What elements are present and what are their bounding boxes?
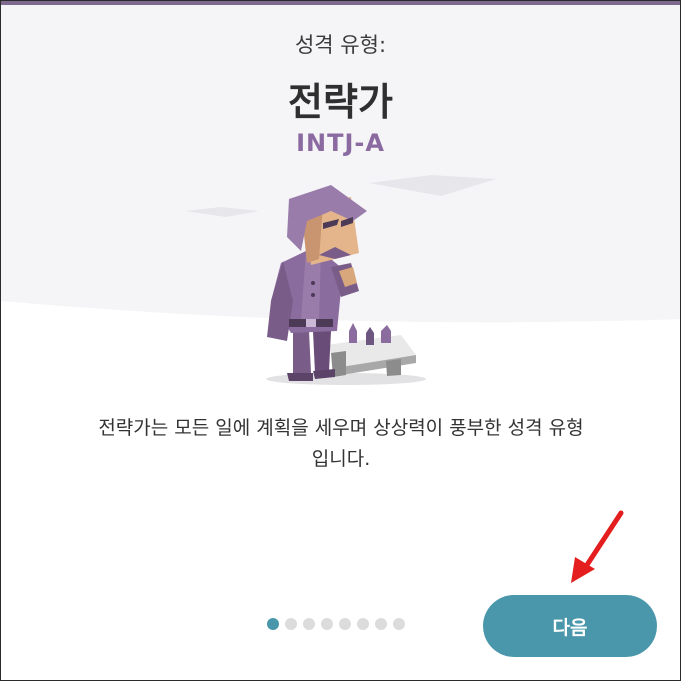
type-description: 전략가는 모든 일에 계획을 세우며 상상력이 풍부한 성격 유형입니다. bbox=[98, 417, 584, 470]
pagination-dots bbox=[267, 618, 405, 632]
strategist-illustration bbox=[185, 175, 496, 385]
pagination-dot[interactable] bbox=[375, 618, 387, 630]
pagination-dot[interactable] bbox=[393, 618, 405, 630]
personality-result-card: 성격 유형: 전략가 INTJ-A 전략가는 모든 일에 계획을 세우며 상상력… bbox=[0, 0, 681, 681]
pagination-dot[interactable] bbox=[321, 618, 333, 630]
next-button[interactable]: 다음 bbox=[483, 595, 657, 657]
pagination-dot[interactable] bbox=[303, 618, 315, 630]
pagination-dot[interactable] bbox=[357, 618, 369, 630]
pagination-dot[interactable] bbox=[285, 618, 297, 630]
pagination-dot[interactable] bbox=[339, 618, 351, 630]
pagination-dot-active[interactable] bbox=[267, 618, 279, 630]
